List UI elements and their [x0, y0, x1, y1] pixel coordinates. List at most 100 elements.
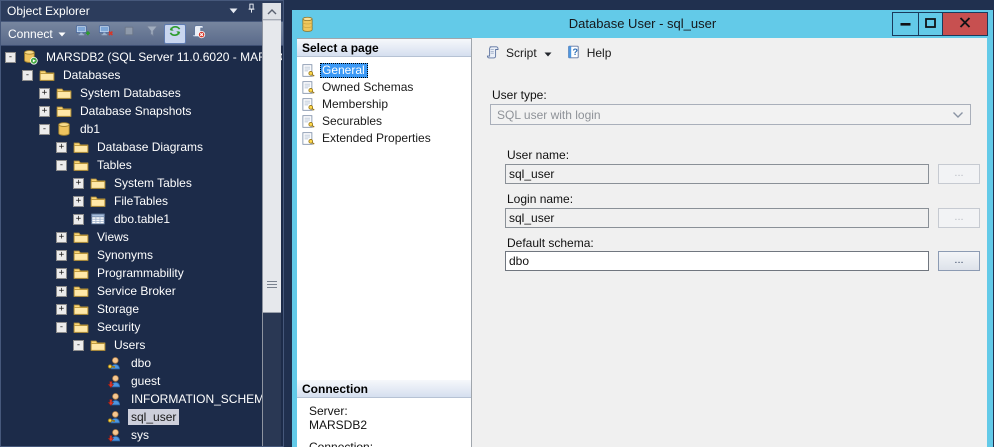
expand-toggle[interactable]: +	[56, 232, 73, 243]
tree-item-security[interactable]: -Security	[2, 318, 282, 336]
tree-item-label: db1	[77, 121, 103, 137]
tree-item-service-broker[interactable]: +Service Broker	[2, 282, 282, 300]
stop-icon	[121, 23, 137, 44]
tree-item-sys[interactable]: sys	[2, 426, 282, 444]
expand-toggle[interactable]: +	[39, 106, 56, 117]
object-explorer-toolbar: Connect	[1, 21, 283, 46]
tree-item-dbo-table1[interactable]: +dbo.table1	[2, 210, 282, 228]
collapse-toggle[interactable]: -	[39, 124, 56, 135]
tree-item-label: dbo	[128, 355, 154, 371]
folder-icon	[90, 175, 106, 191]
default-schema-browse-button[interactable]: ...	[938, 251, 980, 271]
tree-item-filetables[interactable]: +FileTables	[2, 192, 282, 210]
tree-item-views[interactable]: + Views	[2, 228, 282, 246]
collapse-toggle[interactable]: -	[56, 160, 73, 171]
folder-icon	[73, 265, 89, 281]
chevron-down-icon	[544, 46, 552, 60]
tree-scrollbar[interactable]	[262, 3, 281, 446]
tree-item-marsdb2-sql-server-11-0-6020-marsd[interactable]: -MARSDB2 (SQL Server 11.0.6020 - MARSD	[2, 48, 282, 66]
default-schema-field[interactable]	[505, 251, 929, 271]
page-item-membership[interactable]: Membership	[301, 96, 469, 113]
user-type-combobox[interactable]: SQL user with login	[490, 104, 971, 125]
folder-icon	[73, 139, 89, 155]
connect-object-explorer-button[interactable]	[72, 24, 94, 44]
expand-toggle[interactable]: +	[39, 88, 56, 99]
expand-toggle[interactable]: +	[56, 142, 73, 153]
refresh-button[interactable]	[164, 24, 186, 44]
tree-item-storage[interactable]: +Storage	[2, 300, 282, 318]
script-dropdown-button[interactable]	[544, 43, 559, 63]
expand-toggle[interactable]: +	[56, 268, 73, 279]
page-item-extended-properties[interactable]: Extended Properties	[301, 130, 469, 147]
tree-item-system-databases[interactable]: +System Databases	[2, 84, 282, 102]
default-schema-label: Default schema:	[507, 236, 594, 250]
select-a-page-pane: Select a page GeneralOwned SchemasMember…	[297, 38, 472, 447]
help-button[interactable]: ? Help	[559, 41, 619, 66]
expand-toggle[interactable]: +	[56, 250, 73, 261]
tree-item-sql-user[interactable]: sql_user	[2, 408, 282, 426]
expand-toggle[interactable]: +	[73, 214, 90, 225]
tree-item-database-snapshots[interactable]: +Database Snapshots	[2, 102, 282, 120]
expand-toggle[interactable]: +	[56, 304, 73, 315]
login-name-browse-button[interactable]: ...	[938, 208, 980, 228]
collapse-toggle[interactable]: -	[56, 322, 73, 333]
tree-item-programmability[interactable]: +Programmability	[2, 264, 282, 282]
disconnect-button[interactable]	[95, 24, 117, 44]
window-position-button[interactable]	[225, 4, 241, 18]
server-icon	[22, 49, 38, 65]
expand-toggle[interactable]: +	[73, 196, 90, 207]
refresh-icon	[167, 23, 183, 44]
connect-dropdown-button[interactable]: Connect	[6, 25, 71, 43]
tree-item-tables[interactable]: -Tables	[2, 156, 282, 174]
tree-item-information-schema[interactable]: INFORMATION_SCHEMA	[2, 390, 282, 408]
folder-icon	[39, 67, 55, 83]
expand-toggle[interactable]: +	[73, 178, 90, 189]
tree-item-users[interactable]: -Users	[2, 336, 282, 354]
dialog-title: Database User - sql_user	[292, 16, 993, 31]
scrollbar-up-button[interactable]	[263, 3, 281, 20]
tree-item-label: Views	[94, 229, 132, 245]
tree-item-database-diagrams[interactable]: +Database Diagrams	[2, 138, 282, 156]
auto-hide-button[interactable]	[243, 4, 259, 18]
script-button-label: Script	[506, 46, 537, 60]
tree-item-synonyms[interactable]: +Synonyms	[2, 246, 282, 264]
screen: Object Explorer Connect -MARSDB2 (SQL Se…	[0, 0, 994, 447]
page-item-owned-schemas[interactable]: Owned Schemas	[301, 79, 469, 96]
folder-icon	[73, 301, 89, 317]
login-name-field[interactable]	[505, 208, 929, 228]
user-disabled-icon	[107, 391, 123, 407]
tree-item-label: guest	[128, 373, 163, 389]
close-button[interactable]	[942, 13, 987, 35]
minimize-icon	[900, 15, 911, 33]
oe-tree: -MARSDB2 (SQL Server 11.0.6020 - MARSD-D…	[2, 46, 282, 445]
scrollbar-track[interactable]	[263, 313, 281, 446]
stop-button[interactable]	[118, 24, 140, 44]
tree-item-databases[interactable]: -Databases	[2, 66, 282, 84]
user-name-field[interactable]	[505, 164, 929, 184]
page-item-securables[interactable]: Securables	[301, 113, 469, 130]
tree-item-db1[interactable]: - db1	[2, 120, 282, 138]
filter-button[interactable]	[141, 24, 163, 44]
tree-item-dbo[interactable]: dbo	[2, 354, 282, 372]
tree-item-system-tables[interactable]: +System Tables	[2, 174, 282, 192]
table-icon	[90, 211, 106, 227]
script-error-button[interactable]	[187, 24, 209, 44]
user-name-browse-button[interactable]: ...	[938, 164, 980, 184]
scrollbar-thumb[interactable]	[263, 21, 281, 313]
user-type-value: SQL user with login	[497, 108, 601, 122]
collapse-toggle[interactable]: -	[73, 340, 90, 351]
minimize-button[interactable]	[893, 13, 918, 35]
script-button[interactable]: Script	[478, 41, 544, 66]
dialog-titlebar[interactable]: Database User - sql_user	[292, 10, 993, 38]
scrollbar-grip	[267, 281, 277, 289]
object-explorer-titlebar[interactable]: Object Explorer	[1, 1, 283, 21]
page-item-general[interactable]: General	[301, 62, 469, 79]
page-item-label: Extended Properties	[320, 131, 434, 146]
maximize-button[interactable]	[918, 13, 942, 35]
chevron-down-icon	[229, 2, 238, 20]
collapse-toggle[interactable]: -	[5, 52, 22, 63]
connect-button-label: Connect	[8, 27, 53, 41]
tree-item-guest[interactable]: guest	[2, 372, 282, 390]
collapse-toggle[interactable]: -	[22, 70, 39, 81]
expand-toggle[interactable]: +	[56, 286, 73, 297]
